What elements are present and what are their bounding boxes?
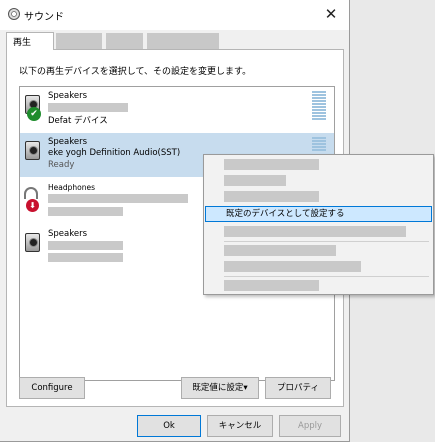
cancel-button[interactable]: キャンセル bbox=[207, 415, 273, 437]
instruction-text: 以下の再生デバイスを選択して、その設定を変更します。 bbox=[19, 67, 252, 77]
configure-button[interactable]: Configure bbox=[19, 377, 85, 399]
speaker-icon bbox=[25, 233, 40, 252]
close-button[interactable]: ✕ bbox=[318, 3, 344, 25]
device-name: Speakers bbox=[48, 91, 88, 101]
headphones-icon bbox=[24, 187, 38, 199]
properties-button[interactable]: プロパティ bbox=[265, 377, 331, 399]
redacted-bar bbox=[48, 103, 128, 112]
redacted-menu-item[interactable] bbox=[224, 245, 336, 256]
volume-meter bbox=[312, 91, 326, 121]
redacted-menu-item[interactable] bbox=[224, 226, 406, 237]
redacted-menu-item[interactable] bbox=[224, 261, 361, 272]
redacted-menu-item[interactable] bbox=[224, 159, 319, 170]
redacted-bar bbox=[48, 253, 123, 262]
tab-playback[interactable]: 再生 bbox=[6, 32, 54, 50]
context-menu: 既定のデバイスとして設定する bbox=[203, 154, 434, 295]
chevron-down-icon[interactable]: ▾ bbox=[243, 383, 247, 393]
redacted-bar bbox=[48, 207, 123, 216]
device-name: Speakers bbox=[48, 137, 88, 147]
redacted-menu-item[interactable] bbox=[224, 191, 319, 202]
menu-separator bbox=[224, 241, 429, 242]
tab-placeholder[interactable] bbox=[106, 33, 143, 49]
device-description: eke yogh Definition Audio(SST) bbox=[48, 148, 181, 158]
speaker-icon bbox=[25, 141, 40, 160]
volume-meter bbox=[312, 137, 326, 152]
ok-button[interactable]: Ok bbox=[137, 415, 201, 437]
device-item[interactable]: ✔ Speakers Defat デバイス bbox=[20, 87, 334, 131]
set-as-default-device-menu-item[interactable]: 既定のデバイスとして設定する bbox=[205, 206, 432, 222]
device-status: Defat デバイス bbox=[48, 116, 108, 126]
window-title: サウンド bbox=[24, 12, 64, 23]
redacted-menu-item[interactable] bbox=[224, 280, 319, 291]
tab-placeholder[interactable] bbox=[147, 33, 219, 49]
tab-placeholder[interactable] bbox=[56, 33, 102, 49]
set-default-label: 既定値に設定 bbox=[192, 383, 244, 393]
apply-button[interactable]: Apply bbox=[279, 415, 341, 437]
redacted-bar bbox=[48, 194, 188, 203]
device-name: Headphones bbox=[48, 183, 95, 192]
down-arrow-icon: ⬇ bbox=[26, 199, 39, 212]
redacted-bar bbox=[48, 241, 123, 250]
menu-separator bbox=[224, 276, 429, 277]
sound-icon bbox=[8, 8, 20, 20]
check-icon: ✔ bbox=[27, 107, 41, 121]
redacted-menu-item[interactable] bbox=[224, 175, 286, 186]
device-status: Ready bbox=[48, 160, 75, 170]
device-name: Speakers bbox=[48, 229, 88, 239]
title-bar: サウンド ✕ bbox=[0, 0, 349, 30]
set-default-button[interactable]: 既定値に設定▾ bbox=[181, 377, 259, 399]
